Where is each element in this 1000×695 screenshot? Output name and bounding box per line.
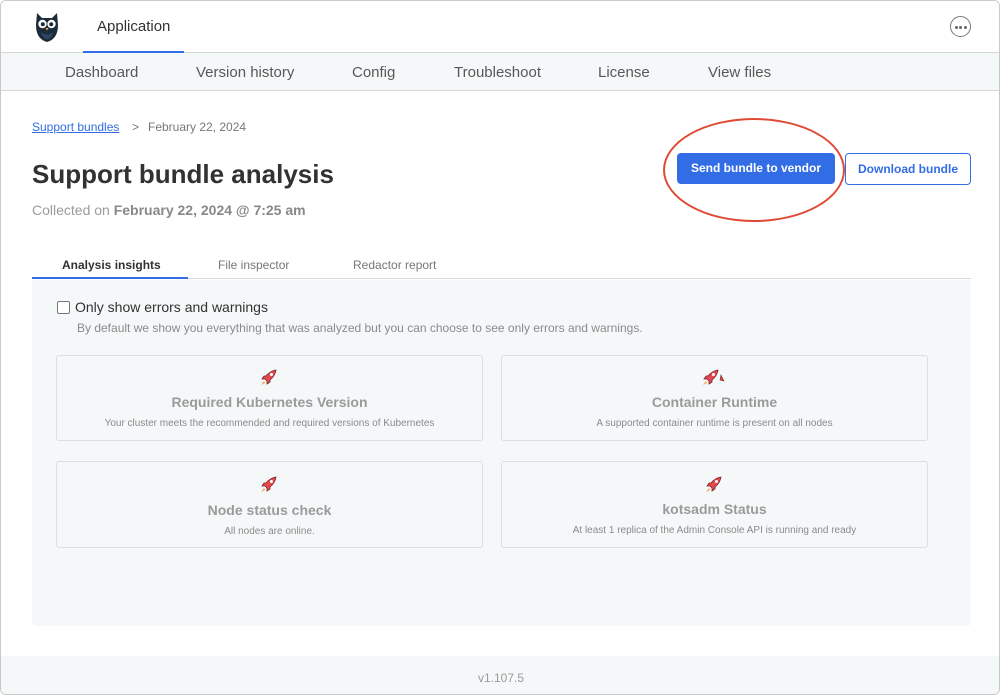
insight-description: A supported container runtime is present… bbox=[596, 418, 833, 429]
breadcrumb-support-bundles-link[interactable]: Support bundles bbox=[32, 120, 119, 134]
version-label: v1.107.5 bbox=[477, 671, 525, 685]
nav-view-files[interactable]: View files bbox=[708, 64, 771, 81]
more-horizontal-icon[interactable] bbox=[950, 16, 971, 37]
rocket-icon bbox=[703, 369, 725, 385]
tab-redactor-report[interactable]: Redactor report bbox=[353, 258, 436, 272]
tab-application-label: Application bbox=[97, 18, 171, 35]
active-tab-indicator bbox=[32, 277, 188, 279]
download-bundle-button[interactable]: Download bundle bbox=[845, 153, 971, 185]
nav-license[interactable]: License bbox=[598, 64, 650, 81]
collected-info: Collected on February 22, 2024 @ 7:25 am bbox=[32, 202, 306, 218]
tab-application[interactable]: Application bbox=[83, 1, 184, 53]
errors-only-checkbox[interactable] bbox=[57, 301, 70, 314]
footer: v1.107.5 bbox=[1, 656, 999, 694]
insight-title: kotsadm Status bbox=[662, 501, 767, 517]
app-window: Application Dashboard Version history Co… bbox=[0, 0, 1000, 695]
insight-card: kotsadm Status At least 1 replica of the… bbox=[501, 461, 928, 548]
breadcrumb-separator: > bbox=[132, 120, 140, 134]
insight-title: Container Runtime bbox=[651, 394, 778, 410]
tab-file-inspector[interactable]: File inspector bbox=[218, 258, 289, 272]
insight-description: All nodes are online. bbox=[224, 526, 315, 537]
page-title: Support bundle analysis bbox=[32, 159, 334, 189]
errors-only-help: By default we show you everything that w… bbox=[77, 321, 643, 335]
insight-card: Container Runtime A supported container … bbox=[501, 355, 928, 441]
top-header: Application bbox=[1, 1, 999, 53]
rocket-icon bbox=[261, 476, 277, 492]
analysis-tabs: Analysis insights File inspector Redacto… bbox=[32, 251, 971, 279]
nav-config[interactable]: Config bbox=[352, 64, 395, 81]
collected-prefix: Collected on bbox=[32, 202, 110, 218]
insight-description: Your cluster meets the recommended and r… bbox=[104, 418, 435, 429]
insight-card: Required Kubernetes Version Your cluster… bbox=[56, 355, 483, 441]
insight-description: At least 1 replica of the Admin Console … bbox=[572, 525, 857, 536]
rocket-icon bbox=[706, 476, 722, 492]
insight-title: Required Kubernetes Version bbox=[171, 394, 368, 410]
errors-only-label[interactable]: Only show errors and warnings bbox=[75, 299, 268, 315]
send-bundle-button[interactable]: Send bundle to vendor bbox=[677, 153, 835, 184]
rocket-icon bbox=[261, 369, 277, 385]
insight-card: Node status check All nodes are online. bbox=[56, 461, 483, 548]
nav-version-history[interactable]: Version history bbox=[196, 64, 294, 81]
nav-troubleshoot[interactable]: Troubleshoot bbox=[454, 64, 541, 81]
insight-title: Node status check bbox=[207, 502, 332, 518]
breadcrumb-current: February 22, 2024 bbox=[148, 120, 247, 134]
nav-dashboard[interactable]: Dashboard bbox=[65, 64, 138, 81]
owl-logo-icon[interactable] bbox=[33, 11, 61, 43]
sub-navigation: Dashboard Version history Config Trouble… bbox=[1, 53, 999, 91]
tab-analysis-insights[interactable]: Analysis insights bbox=[62, 258, 161, 272]
collected-date: February 22, 2024 @ 7:25 am bbox=[113, 202, 306, 218]
